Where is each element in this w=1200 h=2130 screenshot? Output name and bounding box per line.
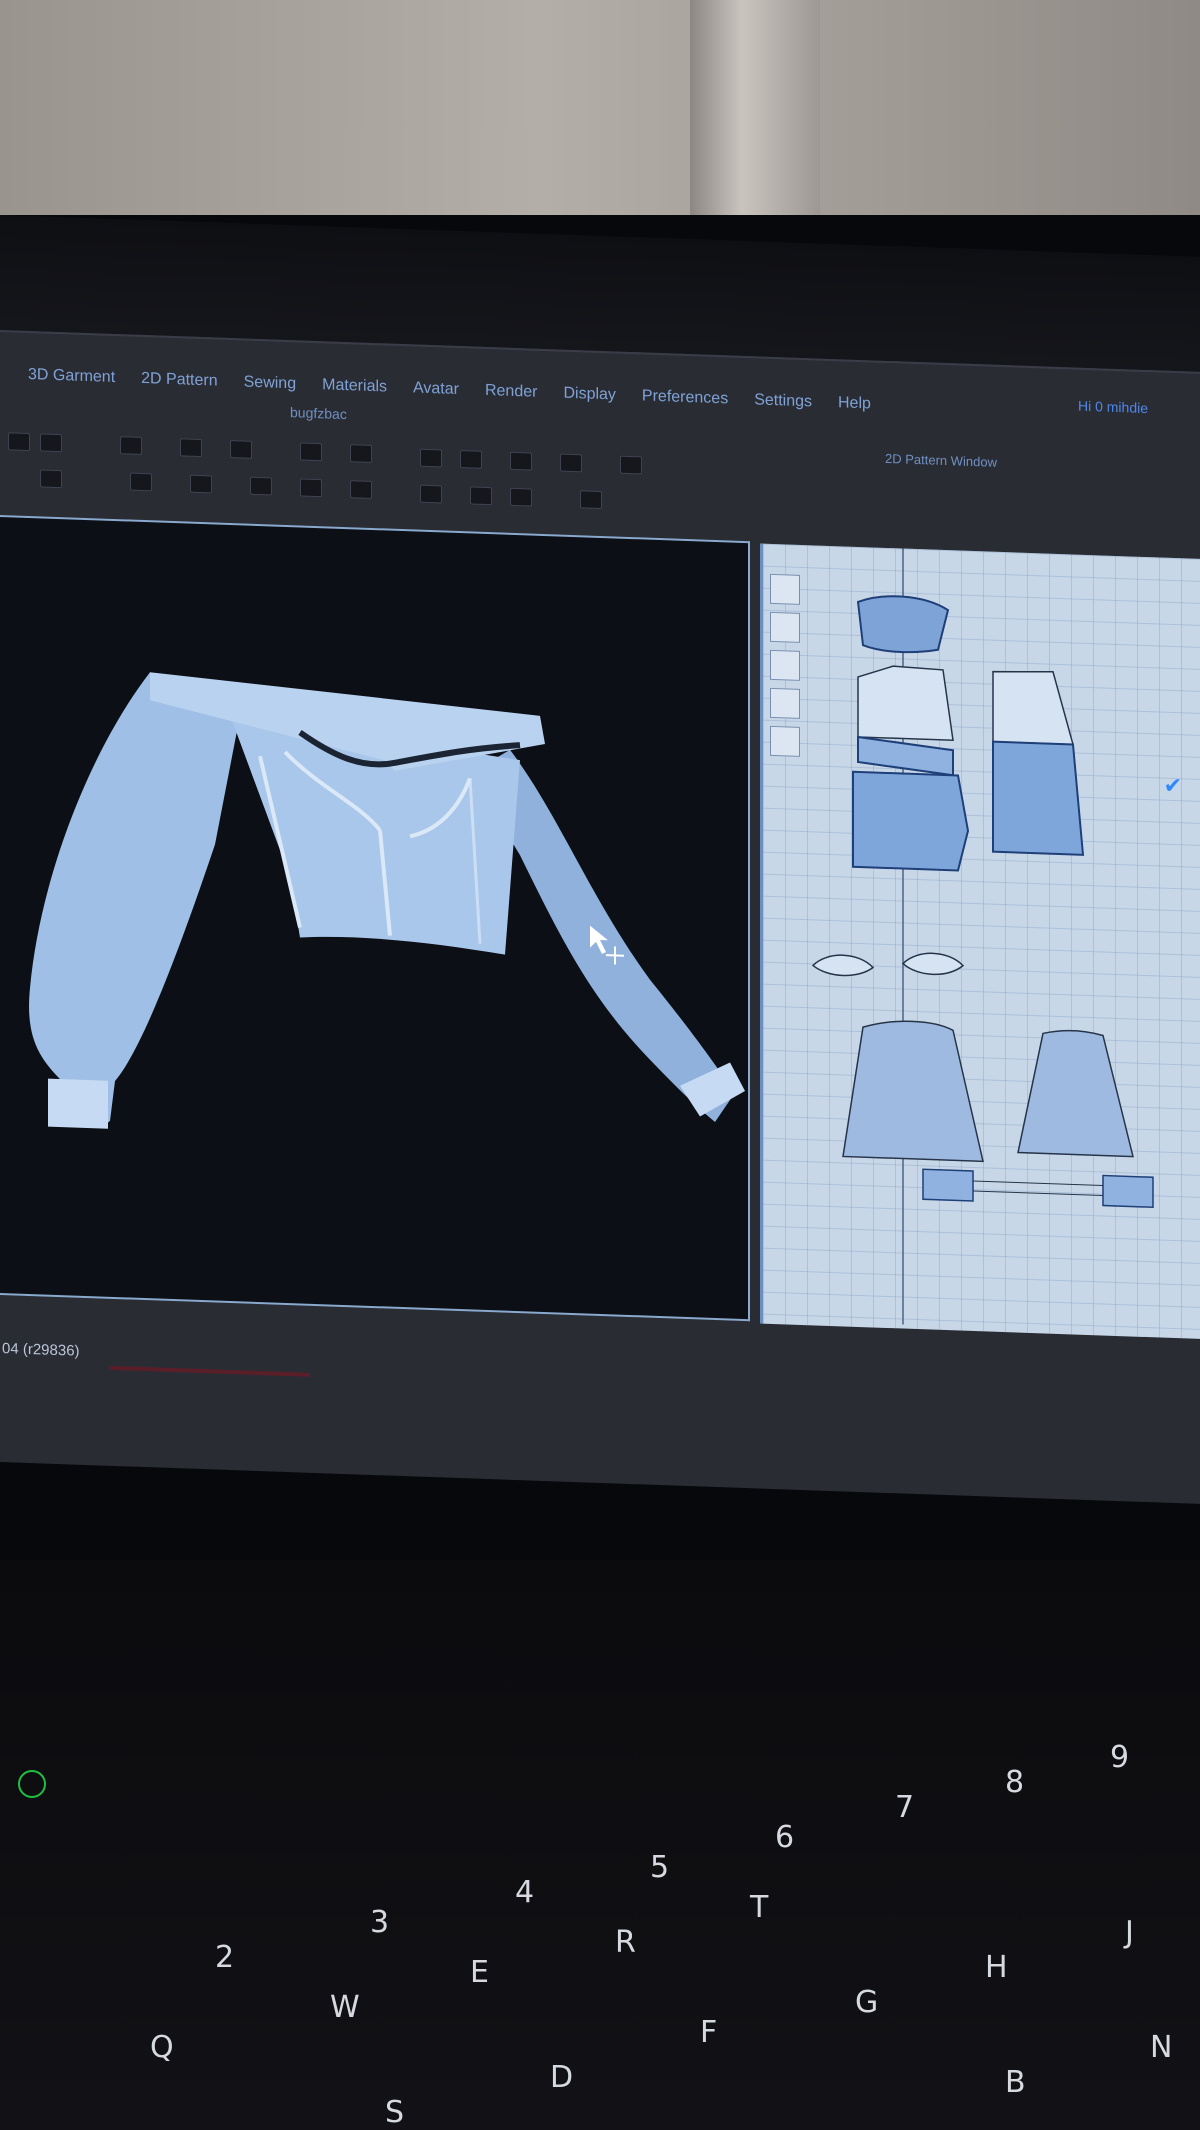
toolbar-subtitle: bugfzbac [290,404,347,423]
garment-3d-render [29,672,745,1129]
fabric-tool-icon[interactable] [770,687,800,719]
tool-icon[interactable] [350,444,372,463]
pattern-pieces [811,548,1154,1325]
3d-viewport[interactable] [0,515,750,1322]
menu-3d-garment[interactable]: 3D Garment [28,366,115,387]
key[interactable]: N [1150,2030,1172,2065]
key[interactable]: 4 [515,1875,534,1910]
key[interactable]: 2 [215,1940,234,1975]
tool-icon[interactable] [560,453,582,473]
tool-icon[interactable] [510,451,532,471]
menu-help[interactable]: Help [838,394,871,413]
tool-icon[interactable] [420,484,442,504]
menu-render[interactable]: Render [485,382,537,402]
key[interactable]: J [1125,1915,1134,1950]
tool-icon[interactable] [620,455,642,475]
tool-icon[interactable] [470,486,492,506]
2d-pattern-window[interactable] [760,543,1200,1339]
key[interactable]: 7 [895,1790,914,1825]
key[interactable]: W [330,1990,360,2025]
power-icon[interactable] [18,1770,46,1798]
tool-icon[interactable] [230,440,252,459]
menu-sewing[interactable]: Sewing [244,374,296,394]
pattern-window-title: 2D Pattern Window [885,450,997,470]
laptop-screen: 3D Garment 2D Pattern Sewing Materials A… [0,330,1200,1504]
tool-icon[interactable] [180,438,202,458]
status-version: 04 (r29836) [2,1340,80,1360]
pattern-side-toolbar [770,573,800,765]
key[interactable]: R [615,1925,636,1960]
key[interactable]: D [550,2060,573,2095]
tool-icon[interactable] [350,480,372,499]
shirt-tool-icon[interactable] [770,611,800,643]
tool-icon[interactable] [460,450,482,469]
tool-icon[interactable] [250,476,272,496]
menu-avatar[interactable]: Avatar [413,379,459,399]
tool-icon[interactable] [120,436,142,455]
key[interactable]: 6 [775,1820,794,1855]
key[interactable]: B [1005,2065,1026,2100]
key[interactable]: 8 [1005,1765,1024,1800]
menu-preferences[interactable]: Preferences [642,387,728,408]
menu-2d-pattern[interactable]: 2D Pattern [141,370,217,391]
toolbar [0,422,760,529]
menu-settings[interactable]: Settings [754,391,812,411]
menu-bar: 3D Garment 2D Pattern Sewing Materials A… [0,354,1200,436]
pen-tool-icon[interactable] [770,573,800,605]
tool-icon[interactable] [40,469,62,489]
tool-icon[interactable] [130,472,152,492]
tool-icon[interactable] [8,432,30,452]
tool-icon[interactable] [580,490,602,510]
menu-materials[interactable]: Materials [322,376,387,396]
lock-tool-icon[interactable] [770,725,800,757]
user-label[interactable]: Hi 0 mihdie [1078,398,1148,416]
status-progress-bar [110,1365,310,1377]
check-icon[interactable]: ✔ [1164,773,1182,800]
tool-icon[interactable] [510,487,532,507]
tool-icon[interactable] [190,474,212,494]
avatar-tool-icon[interactable] [770,649,800,681]
tool-icon[interactable] [300,478,322,498]
key[interactable]: S [385,2095,404,2130]
menu-display[interactable]: Display [563,385,615,405]
tool-icon[interactable] [300,442,322,462]
key[interactable]: 9 [1110,1740,1129,1775]
key[interactable]: 5 [650,1850,669,1885]
key[interactable]: G [855,1985,878,2020]
key[interactable]: E [470,1955,489,1990]
keyboard [0,1560,1200,2130]
key[interactable]: Q [150,2030,174,2065]
key[interactable]: F [700,2015,717,2050]
key[interactable]: T [750,1890,768,1925]
tool-icon[interactable] [40,433,62,453]
tool-icon[interactable] [420,448,442,468]
key[interactable]: 3 [370,1905,389,1940]
key[interactable]: H [985,1950,1008,1985]
